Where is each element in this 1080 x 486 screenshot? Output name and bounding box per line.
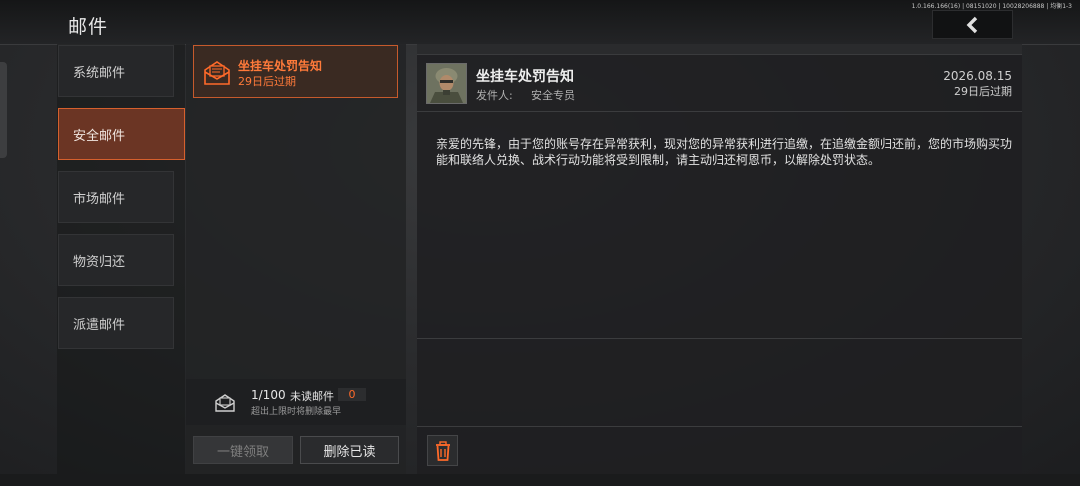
- soldier-avatar-icon: [427, 64, 466, 103]
- capacity-hint: 超出上限时将删除最早: [251, 407, 342, 417]
- mail-count-bar: 1/100 未读邮件 0 超出上限时将删除最早: [186, 379, 406, 425]
- body-divider: [417, 338, 1022, 339]
- tab-dispatch-mail[interactable]: 派遣邮件: [58, 297, 174, 349]
- delete-mail-button[interactable]: [427, 435, 458, 466]
- mail-item-title: 坐挂车处罚告知: [238, 59, 323, 73]
- tab-label: 派遣邮件: [73, 317, 126, 333]
- sender-label: 发件人:: [476, 89, 513, 102]
- tab-market-mail[interactable]: 市场邮件: [58, 171, 174, 223]
- page-title: 邮件: [68, 16, 109, 38]
- tab-supply-return[interactable]: 物资归还: [58, 234, 174, 286]
- tab-security-mail[interactable]: 安全邮件: [58, 108, 185, 160]
- delete-read-button[interactable]: 删除已读: [300, 436, 399, 464]
- mail-body: 亲爱的先锋，由于您的账号存在异常获利，现对您的异常获利进行追缴，在追缴金额归还前…: [436, 137, 1013, 167]
- tab-label: 市场邮件: [73, 191, 126, 207]
- sender-name: 安全专员: [531, 89, 575, 102]
- mail-count: 1/100: [251, 388, 286, 402]
- mail-date: 2026.08.15: [943, 69, 1012, 83]
- tab-system-mail[interactable]: 系统邮件: [58, 45, 174, 97]
- tab-label: 安全邮件: [73, 128, 126, 144]
- avatar: [426, 63, 467, 104]
- back-chevron-icon: [966, 16, 977, 33]
- mail-detail-panel: [417, 44, 1022, 474]
- tab-label: 物资归还: [73, 254, 126, 270]
- footer-divider: [417, 426, 1022, 427]
- build-info: 1.0.166.166(16) | 08151020 | 10028206888…: [911, 3, 1072, 10]
- mail-tray-icon: [215, 394, 235, 412]
- detail-title: 坐挂车处罚告知: [476, 69, 574, 85]
- trash-icon: [435, 440, 450, 461]
- bottom-strip: [0, 474, 1080, 486]
- header-divider: [417, 111, 1022, 112]
- mail-item-expire: 29日后过期: [238, 75, 296, 88]
- unread-label: 未读邮件: [290, 390, 334, 403]
- unread-count-badge: 0: [338, 388, 366, 401]
- mail-expire: 29日后过期: [954, 85, 1012, 98]
- mail-list-item[interactable]: 坐挂车处罚告知 29日后过期: [193, 45, 398, 98]
- collect-all-button[interactable]: 一键领取: [193, 436, 293, 464]
- tab-label: 系统邮件: [73, 65, 126, 81]
- back-button[interactable]: [932, 10, 1013, 39]
- envelope-icon: [204, 61, 230, 85]
- detail-top-strip: [417, 44, 1022, 55]
- side-handle[interactable]: [0, 62, 7, 158]
